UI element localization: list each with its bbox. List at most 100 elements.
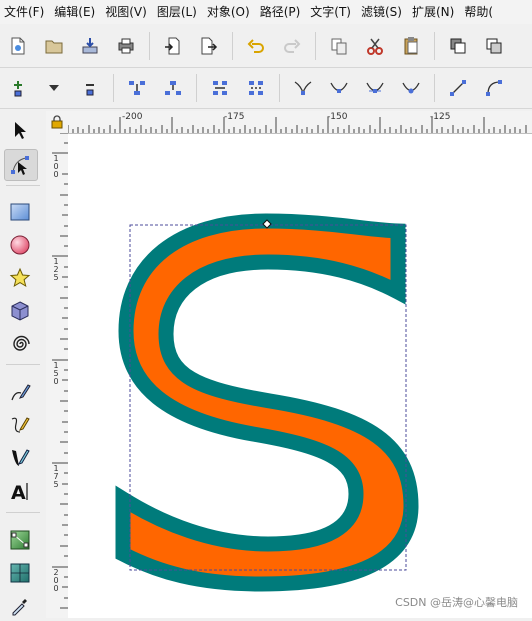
symmetric-node-button[interactable]	[362, 75, 388, 101]
calligraphy-tool[interactable]	[4, 443, 36, 473]
ruler-label-125: 1 2 5	[52, 258, 60, 282]
ruler-digit: 0	[53, 377, 59, 386]
clipboard-icon	[404, 37, 418, 55]
ruler-lock-corner[interactable]	[46, 111, 69, 134]
spiral-tool[interactable]	[4, 329, 36, 359]
lock-icon	[51, 115, 63, 129]
toolbar-separator	[149, 32, 150, 60]
paste-button[interactable]	[398, 33, 424, 59]
pen-icon	[11, 417, 30, 433]
gradient-tool[interactable]	[4, 525, 36, 555]
cut-button[interactable]	[362, 33, 388, 59]
menu-object[interactable]: 对象(O)	[202, 0, 255, 24]
folder-open-icon	[45, 40, 63, 54]
toolbar-divider	[0, 67, 532, 68]
export-document-button[interactable]	[196, 33, 222, 59]
toolbar-separator	[315, 32, 316, 60]
gradient-icon	[10, 530, 30, 550]
node-tool[interactable]	[4, 149, 38, 181]
auto-smooth-node-button[interactable]	[398, 75, 424, 101]
document-import-icon	[165, 37, 180, 55]
toolbar-separator	[232, 32, 233, 60]
redo-icon	[284, 39, 301, 53]
menu-bar: 文件(F) 编辑(E) 视图(V) 图层(L) 对象(O) 路径(P) 文字(T…	[0, 0, 532, 24]
vertical-ruler[interactable]: 1 0 0 1 2 5 1 5 0 1 7 5 2 0 0	[46, 133, 69, 618]
mesh-tool[interactable]	[4, 558, 36, 588]
insert-node-button[interactable]	[5, 75, 31, 101]
undo-icon	[247, 39, 264, 53]
duplicate-button[interactable]	[445, 33, 471, 59]
clone-icon	[486, 38, 502, 54]
letter-s-path[interactable]	[115, 213, 419, 592]
ruler-label-150: 1 5 0	[52, 362, 60, 386]
menu-edit[interactable]: 编辑(E)	[49, 0, 100, 24]
toolbar-separator	[434, 74, 435, 102]
toolbar-separator	[196, 74, 197, 102]
menu-filters[interactable]: 滤镜(S)	[356, 0, 407, 24]
import-document-button[interactable]	[160, 33, 186, 59]
join-segment-icon	[213, 81, 227, 95]
segment-to-curve-button[interactable]	[481, 75, 507, 101]
delete-segment-button[interactable]	[243, 75, 269, 101]
menu-path[interactable]: 路径(P)	[255, 0, 306, 24]
horizontal-ruler[interactable]: -200 -175 -150 -125	[68, 111, 532, 134]
dropper-tool[interactable]	[4, 591, 36, 621]
smooth-node-button[interactable]	[326, 75, 352, 101]
break-path-button[interactable]	[160, 75, 186, 101]
menu-help[interactable]: 帮助(	[459, 0, 498, 24]
redo-button[interactable]	[279, 33, 305, 59]
break-path-icon	[165, 81, 181, 95]
insert-node-dropdown[interactable]	[41, 75, 67, 101]
eyedropper-icon	[12, 599, 27, 616]
circle-icon	[10, 235, 30, 255]
undo-button[interactable]	[243, 33, 269, 59]
ruler-label-200: 2 0 0	[52, 569, 60, 593]
open-button[interactable]	[41, 33, 67, 59]
ruler-digit: 0	[53, 584, 59, 593]
menu-text[interactable]: 文字(T)	[305, 0, 356, 24]
print-button[interactable]	[113, 33, 139, 59]
pen-tool[interactable]	[4, 410, 36, 440]
scissors-icon	[367, 38, 383, 55]
pencil-icon	[11, 384, 31, 401]
ruler-label-175: 1 7 5	[52, 465, 60, 489]
menu-extensions[interactable]: 扩展(N)	[407, 0, 459, 24]
node-tool-controls	[0, 70, 532, 106]
canvas-drawing	[115, 213, 419, 592]
ruler-digit: 5	[53, 480, 59, 489]
rectangle-tool[interactable]	[4, 197, 36, 227]
new-document-button[interactable]	[5, 33, 31, 59]
join-nodes-button[interactable]	[124, 75, 150, 101]
join-segment-button[interactable]	[207, 75, 233, 101]
arrow-pointer-icon	[15, 122, 26, 139]
star-tool[interactable]	[4, 263, 36, 293]
tool-separator	[6, 364, 40, 365]
tool-separator	[6, 512, 40, 513]
menu-layer[interactable]: 图层(L)	[152, 0, 202, 24]
text-icon: A	[11, 482, 28, 502]
commands-toolbar	[0, 27, 532, 65]
svg-text:A: A	[11, 482, 26, 502]
selector-tool[interactable]	[4, 115, 36, 145]
3d-box-tool[interactable]	[4, 296, 36, 326]
clone-button[interactable]	[481, 33, 507, 59]
delete-node-button[interactable]	[77, 75, 103, 101]
print-icon	[118, 38, 134, 54]
menu-view[interactable]: 视图(V)	[100, 0, 152, 24]
ruler-digit: 0	[53, 170, 59, 179]
cube-icon	[11, 301, 29, 321]
rectangle-icon	[10, 203, 30, 221]
insert-node-icon	[14, 81, 22, 97]
pencil-tool[interactable]	[4, 377, 36, 407]
copy-button[interactable]	[326, 33, 352, 59]
import-button[interactable]	[77, 33, 103, 59]
cusp-node-button[interactable]	[290, 75, 316, 101]
drawing-canvas[interactable]: CSDN @岳涛@心馨电脑	[68, 134, 532, 618]
spiral-icon	[13, 335, 30, 351]
ellipse-tool[interactable]	[4, 230, 36, 260]
segment-to-line-button[interactable]	[445, 75, 471, 101]
text-tool[interactable]: A	[4, 476, 36, 506]
menu-file[interactable]: 文件(F)	[0, 0, 49, 24]
ruler-digit: 5	[53, 273, 59, 282]
ruler-label-100: 1 0 0	[52, 155, 60, 179]
